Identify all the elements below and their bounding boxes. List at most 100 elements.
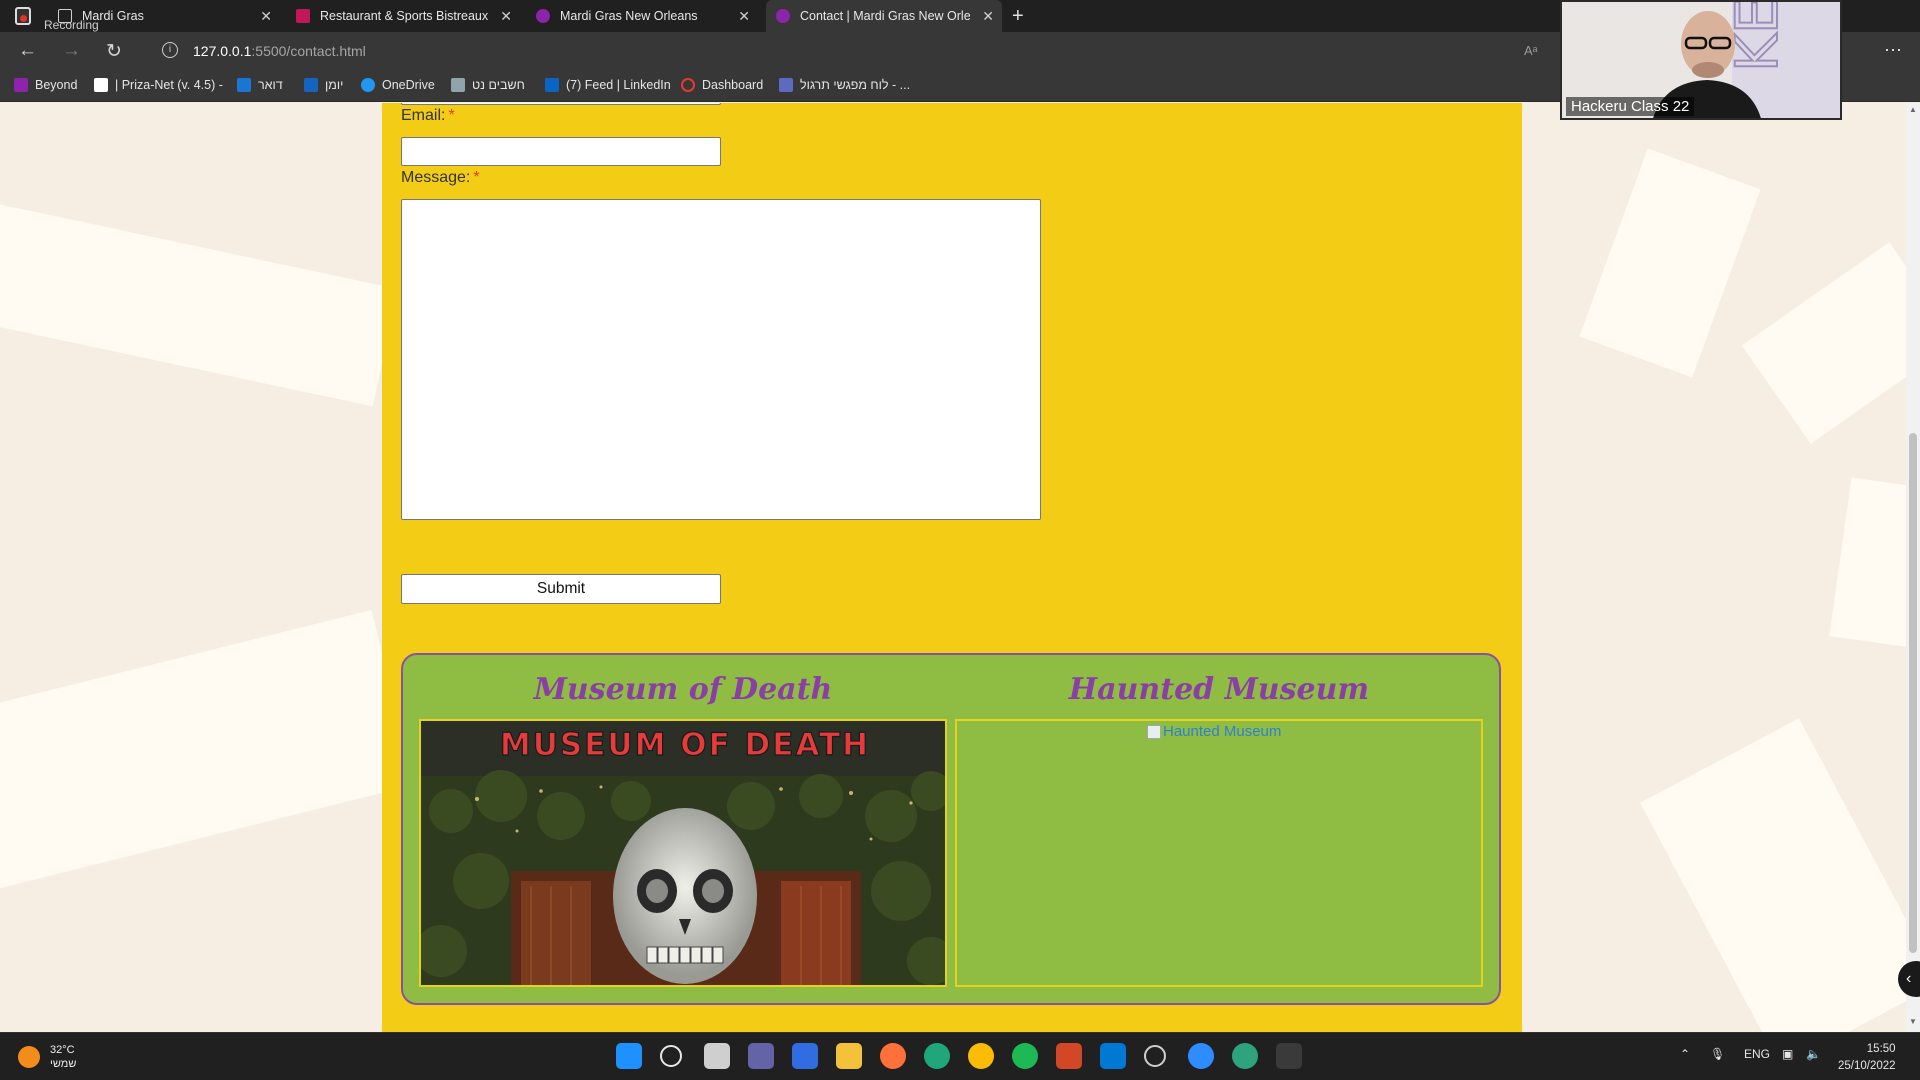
edge-profile-icon[interactable]	[1232, 1043, 1258, 1069]
weather-widget[interactable]: 32°C שמשי	[18, 1043, 76, 1071]
tab-title: Mardi Gras New Orleans	[560, 9, 698, 23]
background-ray	[1640, 718, 1920, 1032]
bookmark-label: Dashboard	[702, 78, 764, 92]
task-view-icon[interactable]	[704, 1043, 730, 1069]
chrome-icon[interactable]	[968, 1043, 994, 1069]
store-icon[interactable]	[792, 1043, 818, 1069]
email-label: Email: *	[401, 107, 455, 124]
museum-of-death-image[interactable]: MUSEUM OF DEATH	[419, 719, 947, 987]
background-ray	[0, 610, 415, 896]
submit-button[interactable]: Submit	[401, 574, 721, 604]
bookmark-label: חשבים נט	[472, 78, 525, 92]
bookmark-priza-net[interactable]: | Priza-Net (v. 4.5) -	[94, 78, 223, 92]
clock-time: 15:50	[1866, 1043, 1896, 1055]
temperature: 32°C	[50, 1044, 75, 1056]
favicon-icon	[296, 9, 310, 23]
spotify-icon[interactable]	[1012, 1043, 1038, 1069]
more-menu-icon[interactable]: ⋯	[1884, 40, 1902, 61]
back-icon[interactable]: ←	[18, 40, 37, 62]
zoom-icon[interactable]	[1188, 1043, 1214, 1069]
bookmark-label: Beyond	[35, 78, 78, 92]
name-field[interactable]	[401, 103, 721, 105]
system-clock[interactable]: 15:50 25/10/2022	[1838, 1041, 1896, 1075]
terminal-icon[interactable]	[1276, 1043, 1302, 1069]
sun-icon	[18, 1046, 40, 1068]
bookmark-practice-board[interactable]: לוח מפגשי תרגול - ...	[779, 78, 910, 92]
clock-app-icon[interactable]	[1144, 1045, 1166, 1067]
tab-title: Mardi Gras	[82, 9, 144, 23]
bookmark-beyond[interactable]: Beyond	[14, 78, 77, 92]
page-scrollbar[interactable]: ▲ ▼	[1906, 103, 1920, 1032]
outlook-icon	[237, 78, 251, 92]
close-icon[interactable]: ✕	[738, 8, 750, 25]
bookmark-mail[interactable]: דואר	[237, 78, 283, 92]
broken-image-icon	[1147, 724, 1161, 739]
file-explorer-icon[interactable]	[836, 1043, 862, 1069]
haunted-museum-image[interactable]: Haunted Museum	[955, 719, 1483, 987]
volume-icon[interactable]: 🔈	[1806, 1047, 1821, 1061]
windows-start-icon[interactable]	[616, 1043, 642, 1069]
scroll-down-icon[interactable]: ▼	[1909, 1017, 1917, 1026]
url-host: 127.0.0.1	[193, 43, 252, 59]
webcam-label: Hackeru Class 22	[1566, 97, 1695, 116]
edge-icon[interactable]	[924, 1043, 950, 1069]
scrollbar-thumb[interactable]	[1909, 433, 1917, 953]
site-info-icon[interactable]: i	[162, 42, 178, 58]
favicon-icon	[536, 9, 550, 23]
email-field[interactable]	[401, 137, 721, 166]
bookmark-label: דואר	[258, 78, 283, 92]
vscode-icon[interactable]	[1100, 1043, 1126, 1069]
search-icon[interactable]	[660, 1045, 682, 1067]
bookmark-accounts[interactable]: חשבים נט	[451, 78, 525, 92]
required-mark: *	[473, 169, 480, 186]
tab-mardi-gras[interactable]: Mardi Gras ✕	[58, 0, 280, 32]
tab-contact[interactable]: Contact | Mardi Gras New Orlean ✕	[766, 0, 1002, 32]
bookmark-linkedin[interactable]: (7) Feed | LinkedIn	[545, 78, 671, 92]
haunted-museum-title: Haunted Museum	[1068, 672, 1370, 707]
recording-icon[interactable]	[15, 7, 31, 25]
message-label: Message: *	[401, 169, 480, 186]
favicon-icon	[776, 9, 790, 23]
microphone-icon[interactable]: 🎙	[1710, 1047, 1725, 1061]
bookmark-label: OneDrive	[382, 78, 435, 92]
bookmark-label: לוח מפגשי תרגול - ...	[800, 78, 911, 92]
forward-icon[interactable]: →	[62, 40, 81, 62]
close-icon[interactable]: ✕	[260, 8, 272, 25]
bookmark-dashboard[interactable]: Dashboard	[681, 78, 763, 92]
read-aloud-icon[interactable]: Aᵃ	[1524, 43, 1538, 58]
museums-section: Museum of Death Haunted Museum MUSEUM OF…	[401, 653, 1501, 1005]
new-tab-button[interactable]: +	[1012, 5, 1024, 28]
powerpoint-icon[interactable]	[1056, 1043, 1082, 1069]
bookmark-onedrive[interactable]: OneDrive	[361, 78, 435, 92]
linkedin-icon	[545, 78, 559, 92]
tab-title: Restaurant & Sports Bistreaux | \	[320, 9, 492, 23]
webcam-overlay: KER Hackeru Class 22	[1560, 0, 1842, 120]
network-icon[interactable]: ▣	[1782, 1047, 1793, 1061]
clock-date: 25/10/2022	[1838, 1060, 1896, 1072]
message-textarea[interactable]	[401, 199, 1041, 520]
background-ray	[1579, 148, 1761, 378]
weather-desc: שמשי	[50, 1058, 77, 1070]
museum-of-death-photo: MUSEUM OF DEATH	[421, 721, 945, 985]
scroll-up-icon[interactable]: ▲	[1909, 105, 1917, 114]
tab-title: Contact | Mardi Gras New Orlean	[800, 9, 970, 23]
tab-restaurant[interactable]: Restaurant & Sports Bistreaux | \ ✕	[296, 0, 520, 32]
onedrive-icon	[361, 78, 375, 92]
image-alt-text: Haunted Museum	[1163, 723, 1282, 740]
museum-sign-text: MUSEUM OF DEATH	[500, 727, 870, 763]
museum-of-death-title: Museum of Death	[533, 672, 833, 707]
bookmark-icon	[14, 78, 28, 92]
reload-icon[interactable]: ↻	[106, 40, 122, 63]
close-icon[interactable]: ✕	[982, 8, 994, 25]
bookmark-icon	[451, 78, 465, 92]
required-mark: *	[448, 107, 455, 124]
teams-chat-icon[interactable]	[748, 1043, 774, 1069]
firefox-icon[interactable]	[880, 1043, 906, 1069]
document-icon	[779, 78, 793, 92]
chevron-up-icon[interactable]: ⌃	[1680, 1047, 1690, 1061]
bookmark-calendar[interactable]: יומן	[304, 78, 343, 92]
url-field[interactable]: 127.0.0.1:5500/contact.html	[193, 43, 366, 59]
language-indicator[interactable]: ENG	[1744, 1047, 1770, 1061]
tab-mardi-gras-new-orleans[interactable]: Mardi Gras New Orleans ✕	[536, 0, 758, 32]
close-icon[interactable]: ✕	[500, 8, 512, 25]
